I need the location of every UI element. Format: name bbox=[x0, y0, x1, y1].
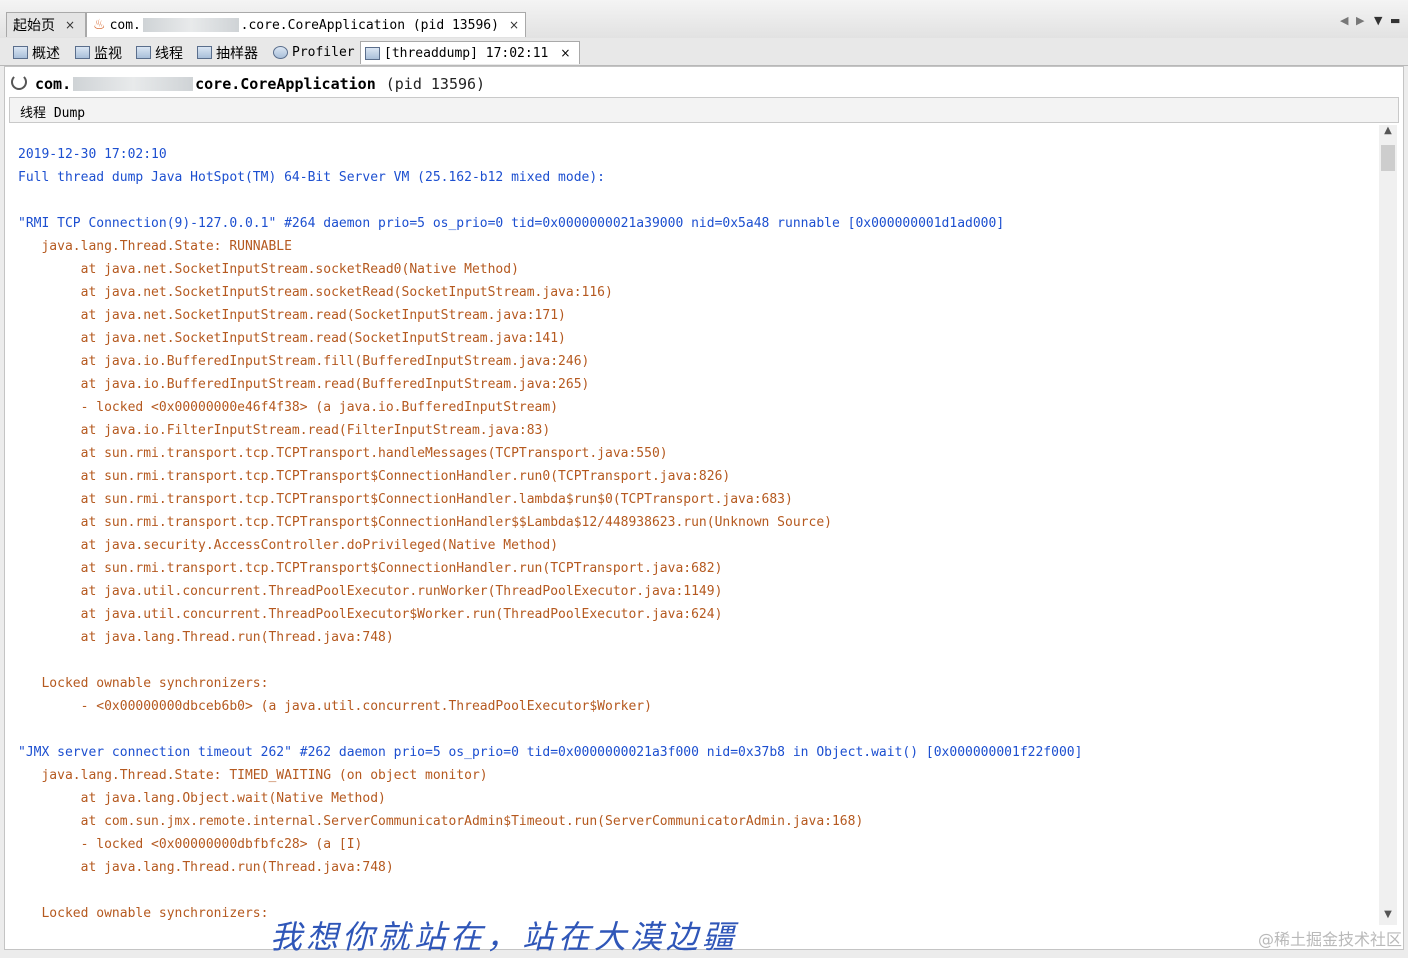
tab-sampler[interactable]: 抽样器 bbox=[192, 41, 263, 64]
dump-line: at sun.rmi.transport.tcp.TCPTransport$Co… bbox=[18, 492, 793, 507]
app-name-prefix: com. bbox=[35, 75, 72, 93]
redacted-block bbox=[73, 77, 194, 91]
watermark-text: 我想你就站在，站在大漠边疆 bbox=[270, 918, 739, 956]
tab-threads[interactable]: 线程 bbox=[131, 41, 188, 64]
tab-label: 起始页 bbox=[13, 18, 55, 34]
dump-line: at java.util.concurrent.ThreadPoolExecut… bbox=[18, 584, 723, 599]
tab-label: 抽样器 bbox=[216, 45, 258, 62]
dump-line: Locked ownable synchronizers: bbox=[18, 676, 269, 691]
monitor-icon bbox=[75, 46, 90, 59]
dump-line: at java.io.BufferedInputStream.read(Buff… bbox=[18, 377, 590, 392]
dump-line: java.lang.Thread.State: RUNNABLE bbox=[18, 239, 292, 254]
tab-overview[interactable]: 概述 bbox=[8, 41, 65, 64]
dump-line: at java.net.SocketInputStream.read(Socke… bbox=[18, 308, 566, 323]
dump-line: "RMI TCP Connection(9)-127.0.0.1" #264 d… bbox=[18, 216, 1005, 231]
dump-line: at sun.rmi.transport.tcp.TCPTransport.ha… bbox=[18, 446, 668, 461]
dump-line: at java.util.concurrent.ThreadPoolExecut… bbox=[18, 607, 723, 622]
close-icon[interactable]: × bbox=[65, 18, 75, 32]
dump-line: at java.io.FilterInputStream.read(Filter… bbox=[18, 423, 551, 438]
dump-line: - <0x00000000dbceb6b0> (a java.util.conc… bbox=[18, 699, 652, 714]
threaddump-icon bbox=[365, 46, 380, 60]
scroll-up-icon[interactable]: ▲ bbox=[1379, 125, 1397, 141]
dump-section-title: 线程 Dump bbox=[9, 97, 1399, 123]
tab-label-suffix: .core.CoreApplication (pid 13596) bbox=[240, 17, 499, 33]
tab-label: 监视 bbox=[94, 45, 122, 62]
threads-icon bbox=[136, 46, 151, 59]
dump-line: at sun.rmi.transport.tcp.TCPTransport$Co… bbox=[18, 561, 723, 576]
tab-label: Profiler bbox=[292, 45, 355, 60]
sampler-icon bbox=[197, 46, 212, 59]
dump-line: at java.io.BufferedInputStream.fill(Buff… bbox=[18, 354, 590, 369]
dump-line: at java.security.AccessController.doPriv… bbox=[18, 538, 559, 553]
scroll-left-icon[interactable]: ◀ bbox=[1340, 14, 1348, 27]
scroll-down-icon[interactable]: ▼ bbox=[1379, 909, 1397, 925]
dump-line: at sun.rmi.transport.tcp.TCPTransport$Co… bbox=[18, 469, 731, 484]
chevron-down-icon[interactable]: ▼ bbox=[1374, 14, 1382, 27]
dump-line: Full thread dump Java HotSpot(TM) 64-Bit… bbox=[18, 170, 605, 185]
dump-line: java.lang.Thread.State: TIMED_WAITING (o… bbox=[18, 768, 488, 783]
dump-line: at java.lang.Object.wait(Native Method) bbox=[18, 791, 386, 806]
dump-line: at com.sun.jmx.remote.internal.ServerCom… bbox=[18, 814, 864, 829]
tab-label: [threaddump] 17:02:11 bbox=[384, 45, 549, 61]
redacted-block bbox=[142, 18, 239, 32]
profiler-icon bbox=[273, 46, 288, 59]
thread-dump-text[interactable]: 2019-12-30 17:02:10 Full thread dump Java… bbox=[9, 125, 1379, 945]
view-tab-bar: 概述 监视 线程 抽样器 Profiler [threaddump] 17:02… bbox=[0, 38, 1408, 66]
tab-label-prefix: com. bbox=[109, 17, 141, 33]
java-icon: ♨ bbox=[93, 17, 106, 33]
dump-line: at java.lang.Thread.run(Thread.java:748) bbox=[18, 860, 394, 875]
tab-core-application[interactable]: ♨ com. .core.CoreApplication (pid 13596)… bbox=[86, 12, 526, 37]
dump-line: 2019-12-30 17:02:10 bbox=[18, 147, 167, 162]
close-icon[interactable]: × bbox=[560, 46, 570, 60]
tab-monitor[interactable]: 监视 bbox=[70, 41, 127, 64]
app-pid: (pid 13596) bbox=[385, 75, 486, 93]
scrollbar-thumb[interactable] bbox=[1381, 145, 1395, 171]
tab-label: 线程 bbox=[155, 45, 183, 62]
dump-line: at java.lang.Thread.run(Thread.java:748) bbox=[18, 630, 394, 645]
dump-line: at sun.rmi.transport.tcp.TCPTransport$Co… bbox=[18, 515, 832, 530]
tab-start-page[interactable]: 起始页 × bbox=[6, 12, 86, 37]
watermark-site: @稀土掘金技术社区 bbox=[1257, 930, 1402, 949]
tab-label: 概述 bbox=[32, 45, 60, 62]
dump-line: - locked <0x00000000e46f4f38> (a java.io… bbox=[18, 400, 559, 415]
dump-line: at java.net.SocketInputStream.read(Socke… bbox=[18, 331, 566, 346]
overview-icon bbox=[13, 46, 28, 59]
editor-tab-bar: 起始页 × ♨ com. .core.CoreApplication (pid … bbox=[0, 0, 1408, 39]
app-name: core.CoreApplication bbox=[195, 75, 376, 93]
refresh-icon bbox=[11, 74, 27, 90]
vertical-scrollbar[interactable]: ▲ ▼ bbox=[1379, 125, 1397, 925]
tab-threaddump[interactable]: [threaddump] 17:02:11 × bbox=[360, 41, 580, 64]
dump-line: - locked <0x00000000dbfbfc28> (a [I) bbox=[18, 837, 363, 852]
threaddump-panel: com. core.CoreApplication (pid 13596) 线程… bbox=[4, 66, 1404, 950]
tab-profiler[interactable]: Profiler bbox=[268, 41, 360, 64]
dump-line: "JMX server connection timeout 262" #262… bbox=[18, 745, 1083, 760]
dump-line: at java.net.SocketInputStream.socketRead… bbox=[18, 285, 613, 300]
close-icon[interactable]: × bbox=[509, 18, 519, 32]
application-header: com. core.CoreApplication (pid 13596) bbox=[11, 73, 485, 95]
maximize-icon[interactable]: ▬ bbox=[1390, 14, 1400, 27]
dump-line: at java.net.SocketInputStream.socketRead… bbox=[18, 262, 519, 277]
dump-line: Locked ownable synchronizers: bbox=[18, 906, 269, 921]
scroll-right-icon[interactable]: ▶ bbox=[1356, 14, 1364, 27]
